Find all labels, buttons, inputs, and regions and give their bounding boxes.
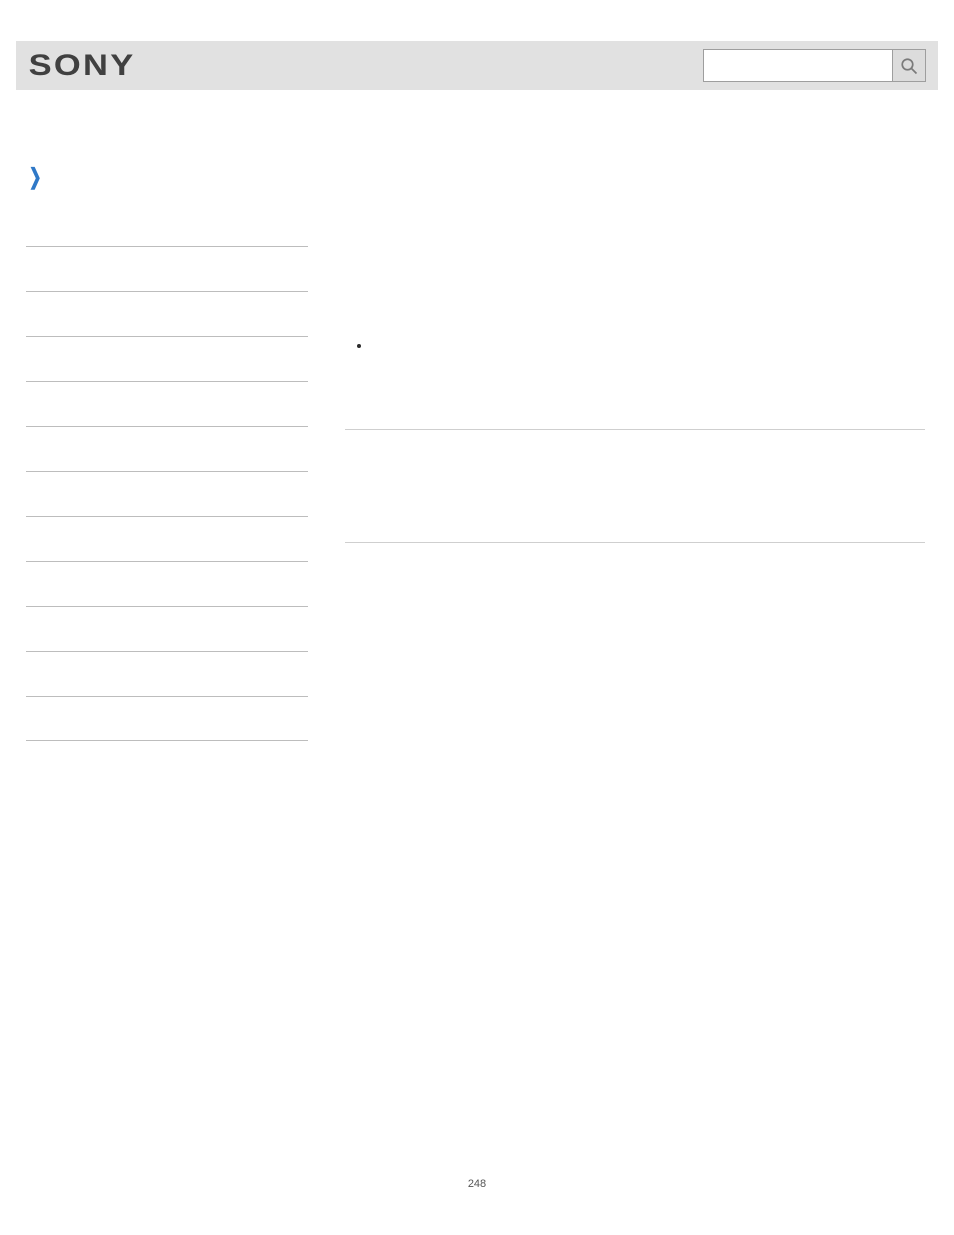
sidebar [26, 246, 308, 741]
sidebar-item[interactable] [26, 291, 308, 336]
divider [345, 542, 925, 543]
breadcrumb-row: ❯ [26, 164, 44, 190]
sidebar-item[interactable] [26, 246, 308, 291]
search-input[interactable] [703, 49, 893, 82]
sidebar-item[interactable] [26, 381, 308, 426]
sidebar-item[interactable] [26, 516, 308, 561]
sidebar-item[interactable] [26, 606, 308, 651]
chevron-right-icon: ❯ [29, 164, 42, 190]
header-bar: SONY [16, 41, 938, 90]
sidebar-item[interactable] [26, 426, 308, 471]
page-number: 248 [0, 1178, 954, 1190]
search-wrap [703, 49, 926, 82]
sidebar-item[interactable] [26, 336, 308, 381]
search-button[interactable] [893, 49, 926, 82]
sidebar-item[interactable] [26, 696, 308, 741]
search-icon [900, 57, 918, 75]
sony-logo: SONY [24, 49, 136, 83]
sidebar-item[interactable] [26, 651, 308, 696]
sidebar-item[interactable] [26, 561, 308, 606]
bullet-icon [357, 344, 361, 348]
sidebar-item[interactable] [26, 471, 308, 516]
divider [345, 429, 925, 430]
